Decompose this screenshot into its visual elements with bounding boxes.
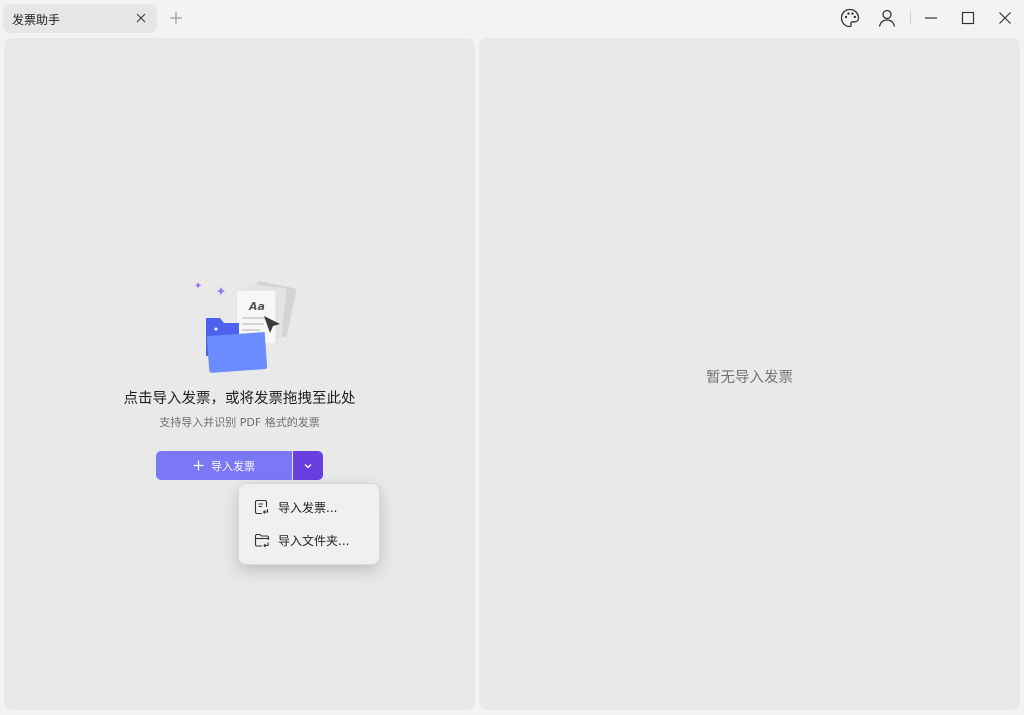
title-bar: 发票助手 bbox=[0, 0, 1024, 36]
menu-item-label: 导入发票... bbox=[278, 500, 338, 515]
tab-invoice-assistant[interactable]: 发票助手 bbox=[3, 4, 157, 33]
import-invoice-button-label: 导入发票 bbox=[211, 459, 255, 473]
import-options-menu: 导入发票... 导入文件夹... bbox=[238, 483, 380, 565]
palette-icon[interactable] bbox=[839, 7, 861, 29]
close-tab-icon[interactable] bbox=[134, 11, 148, 25]
invoice-list-panel: 暂无导入发票 bbox=[479, 38, 1020, 710]
folder-import-icon bbox=[254, 533, 270, 548]
illustration-text: Aa bbox=[248, 300, 265, 313]
import-invoice-button[interactable]: 导入发票 bbox=[156, 451, 292, 480]
user-icon[interactable] bbox=[876, 7, 898, 29]
menu-item-import-invoice[interactable]: 导入发票... bbox=[243, 492, 375, 522]
maximize-icon[interactable] bbox=[957, 7, 979, 29]
import-panel[interactable]: Aa 点击导入发票，或将发票拖拽至此处 支持导入并识别 PDF 格式的发票 导入… bbox=[4, 38, 475, 710]
new-tab-icon[interactable] bbox=[168, 10, 184, 26]
import-options-dropdown-button[interactable] bbox=[293, 451, 323, 480]
import-hint-subtitle: 支持导入并识别 PDF 格式的发票 bbox=[159, 416, 320, 429]
minimize-icon[interactable] bbox=[920, 7, 942, 29]
menu-item-import-folder[interactable]: 导入文件夹... bbox=[243, 525, 375, 555]
menu-item-label: 导入文件夹... bbox=[278, 533, 350, 548]
title-bar-separator bbox=[910, 11, 911, 25]
close-window-icon[interactable] bbox=[994, 7, 1016, 29]
import-hint-title: 点击导入发票，或将发票拖拽至此处 bbox=[123, 391, 356, 407]
tab-title: 发票助手 bbox=[12, 13, 61, 27]
import-illustration: Aa bbox=[194, 280, 297, 373]
invoice-file-icon bbox=[254, 499, 269, 515]
plus-icon bbox=[193, 460, 204, 471]
empty-state-text: 暂无导入发票 bbox=[706, 370, 793, 386]
chevron-down-icon bbox=[304, 463, 312, 468]
